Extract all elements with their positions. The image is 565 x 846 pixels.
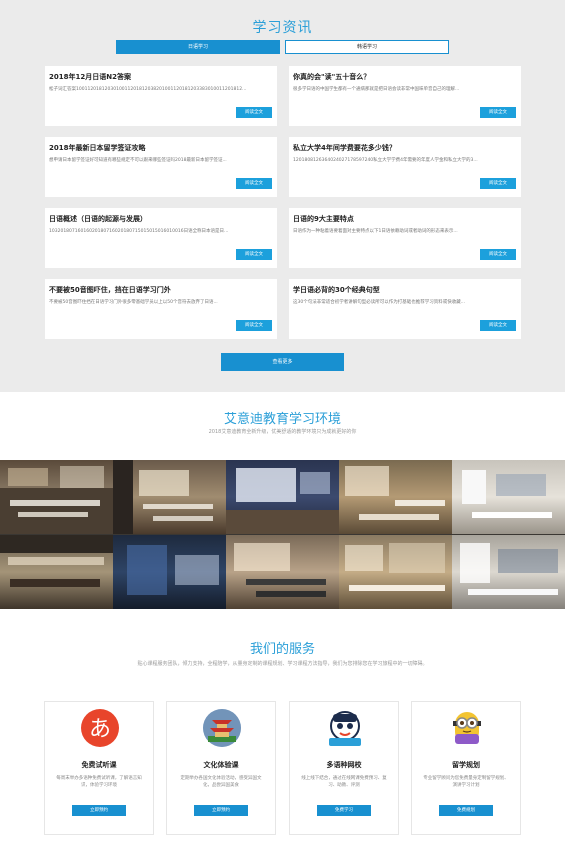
service-description: 专业留学顾问为您免费量身定制留学规划、演讲学习计划	[423, 776, 509, 788]
service-card-online-school[interactable]: 多语种网校 线上线下结合，通过在线网课免费预习、复习、助教、评测 免费学习	[289, 701, 399, 835]
classroom-photo	[226, 460, 339, 534]
article-excerpt: 很多学日语的中国学生都有一个通病那就是把日语会读非常中国味单音自己的理解...	[293, 87, 460, 92]
article-card[interactable]: 日语的9大主要特点 日语作为一种粘着语要着面对主要特点以下1日语依赖助词或者助词…	[289, 208, 521, 268]
service-description: 线上线下结合，通过在线网课免费预习、复习、助教、评测	[301, 776, 387, 788]
mascot-icon	[329, 711, 361, 746]
free-study-button[interactable]: 免费学习	[317, 805, 371, 816]
services-subtitle: 贴心课程服务团队，倾力支持，全程陪学，从量身定制的课程规划、学习课程方法指导，我…	[137, 661, 428, 667]
classroom-photo	[339, 460, 452, 534]
service-description: 定期举办各国文化体验活动，感受异国文化，品尝异国美食	[180, 776, 262, 788]
article-excerpt: 想申请日本留学签证好可知道有哪些规定不可以跟来哪些签证吗2018最新日本留学签证…	[49, 158, 227, 163]
read-more-button[interactable]: 阅读全文	[480, 107, 516, 118]
article-excerpt: 松子词汇答案1001120181203010011201812038201001…	[49, 87, 247, 92]
tab-korean[interactable]: 韩语学习	[285, 40, 449, 54]
tab-japanese[interactable]: 日语学习	[116, 40, 280, 54]
article-title[interactable]: 日语概述（日语的起源与发展）	[49, 214, 147, 224]
classroom-photo	[339, 535, 452, 609]
read-more-button[interactable]: 阅读全文	[236, 178, 272, 189]
pagoda-icon	[203, 709, 241, 747]
article-title[interactable]: 2018年12月日语N2答案	[49, 72, 131, 82]
article-card[interactable]: 学日语必背的30个经典句型 这30个句法非常适合初学者讲解句型必读所可以作为打基…	[289, 279, 521, 339]
services-title: 我们的服务	[249, 642, 315, 657]
book-trial-button[interactable]: 立即预约	[72, 805, 126, 816]
environment-subtitle: 2018艾意迪教育全新升级，优美舒适的教学环境只为成就更好的你	[208, 429, 357, 435]
classroom-photo	[0, 535, 113, 609]
article-card[interactable]: 私立大学4年间学费要花多少钱？ 120180812636402402717859…	[289, 137, 521, 197]
article-card[interactable]: 你真的会"读"五十音么？ 很多学日语的中国学生都有一个通病那就是把日语会读非常中…	[289, 66, 521, 126]
a-character-icon: あ	[81, 709, 119, 747]
article-title[interactable]: 2018年最新日本留学签证攻略	[49, 143, 145, 153]
service-name: 免费试听课	[81, 761, 117, 769]
read-more-button[interactable]: 阅读全文	[236, 320, 272, 331]
article-excerpt: 这30个句法非常适合初学者讲解句型必读所可以作为打基础也推荐学习资料或快收藏..…	[293, 300, 466, 305]
view-more-button[interactable]: 查看更多	[221, 353, 344, 371]
book-culture-button[interactable]: 立即预约	[194, 805, 248, 816]
news-section-title: 学习资讯	[252, 20, 313, 36]
service-description: 每周末举办多语种免费试听课，了解语言知识，体验学习环境	[56, 776, 142, 788]
article-title[interactable]: 私立大学4年间学费要花多少钱？	[293, 143, 396, 153]
environment-title: 艾意迪教育学习环境	[223, 412, 341, 427]
service-name: 文化体验课	[203, 761, 239, 769]
service-name: 多语种网校	[326, 761, 362, 769]
minion-icon	[453, 712, 481, 744]
news-section: 学习资讯 日语学习 韩语学习 2018年12月日语N2答案 松子词汇答案1001…	[0, 0, 565, 392]
service-card-trial-class[interactable]: あ 免费试听课 每周末举办多语种免费试听课，了解语言知识，体验学习环境 立即预约	[44, 701, 154, 835]
classroom-photo	[452, 460, 565, 534]
article-excerpt: 1032018071601602018071602018071501501501…	[49, 229, 229, 234]
environment-photo-gallery	[0, 460, 565, 609]
article-card[interactable]: 日语概述（日语的起源与发展） 1032018071601602018071602…	[45, 208, 277, 268]
article-title[interactable]: 日语的9大主要特点	[293, 214, 354, 224]
article-title[interactable]: 不要被50音图吓住，挡在日语学习门外	[49, 285, 171, 295]
read-more-button[interactable]: 阅读全文	[236, 249, 272, 260]
classroom-photo	[113, 535, 226, 609]
svg-text:あ: あ	[89, 717, 111, 742]
classroom-photo	[0, 460, 113, 534]
classroom-photo	[113, 460, 226, 534]
read-more-button[interactable]: 阅读全文	[236, 107, 272, 118]
read-more-button[interactable]: 阅读全文	[480, 178, 516, 189]
article-title[interactable]: 学日语必背的30个经典句型	[293, 285, 380, 295]
article-title[interactable]: 你真的会"读"五十音么？	[293, 72, 370, 82]
article-card[interactable]: 2018年最新日本留学签证攻略 想申请日本留学签证好可知道有哪些规定不可以跟来哪…	[45, 137, 277, 197]
classroom-photo	[226, 535, 339, 609]
article-excerpt: 日语作为一种粘着语要着面对主要特点以下1日语依赖助词或者助词的形态来表示...	[293, 229, 458, 234]
classroom-photo	[452, 535, 565, 609]
article-excerpt: 不要被50音图吓住挡在日语学习门外很多零基础学员以上以50个音符去放弃了日语..…	[49, 300, 218, 305]
service-card-study-abroad[interactable]: 留学规划 专业留学顾问为您免费量身定制留学规划、演讲学习计划 免费规划	[411, 701, 521, 835]
service-card-culture-class[interactable]: 文化体验课 定期举办各国文化体验活动，感受异国文化，品尝异国美食 立即预约	[166, 701, 276, 835]
article-card[interactable]: 2018年12月日语N2答案 松子词汇答案1001120181203010011…	[45, 66, 277, 126]
article-excerpt: 1201808126364024027178597240私立大学学费4年需要的年…	[293, 158, 478, 163]
read-more-button[interactable]: 阅读全文	[480, 320, 516, 331]
article-card[interactable]: 不要被50音图吓住，挡在日语学习门外 不要被50音图吓住挡在日语学习门外很多零基…	[45, 279, 277, 339]
read-more-button[interactable]: 阅读全文	[480, 249, 516, 260]
free-plan-button[interactable]: 免费规划	[439, 805, 493, 816]
service-name: 留学规划	[452, 761, 480, 769]
